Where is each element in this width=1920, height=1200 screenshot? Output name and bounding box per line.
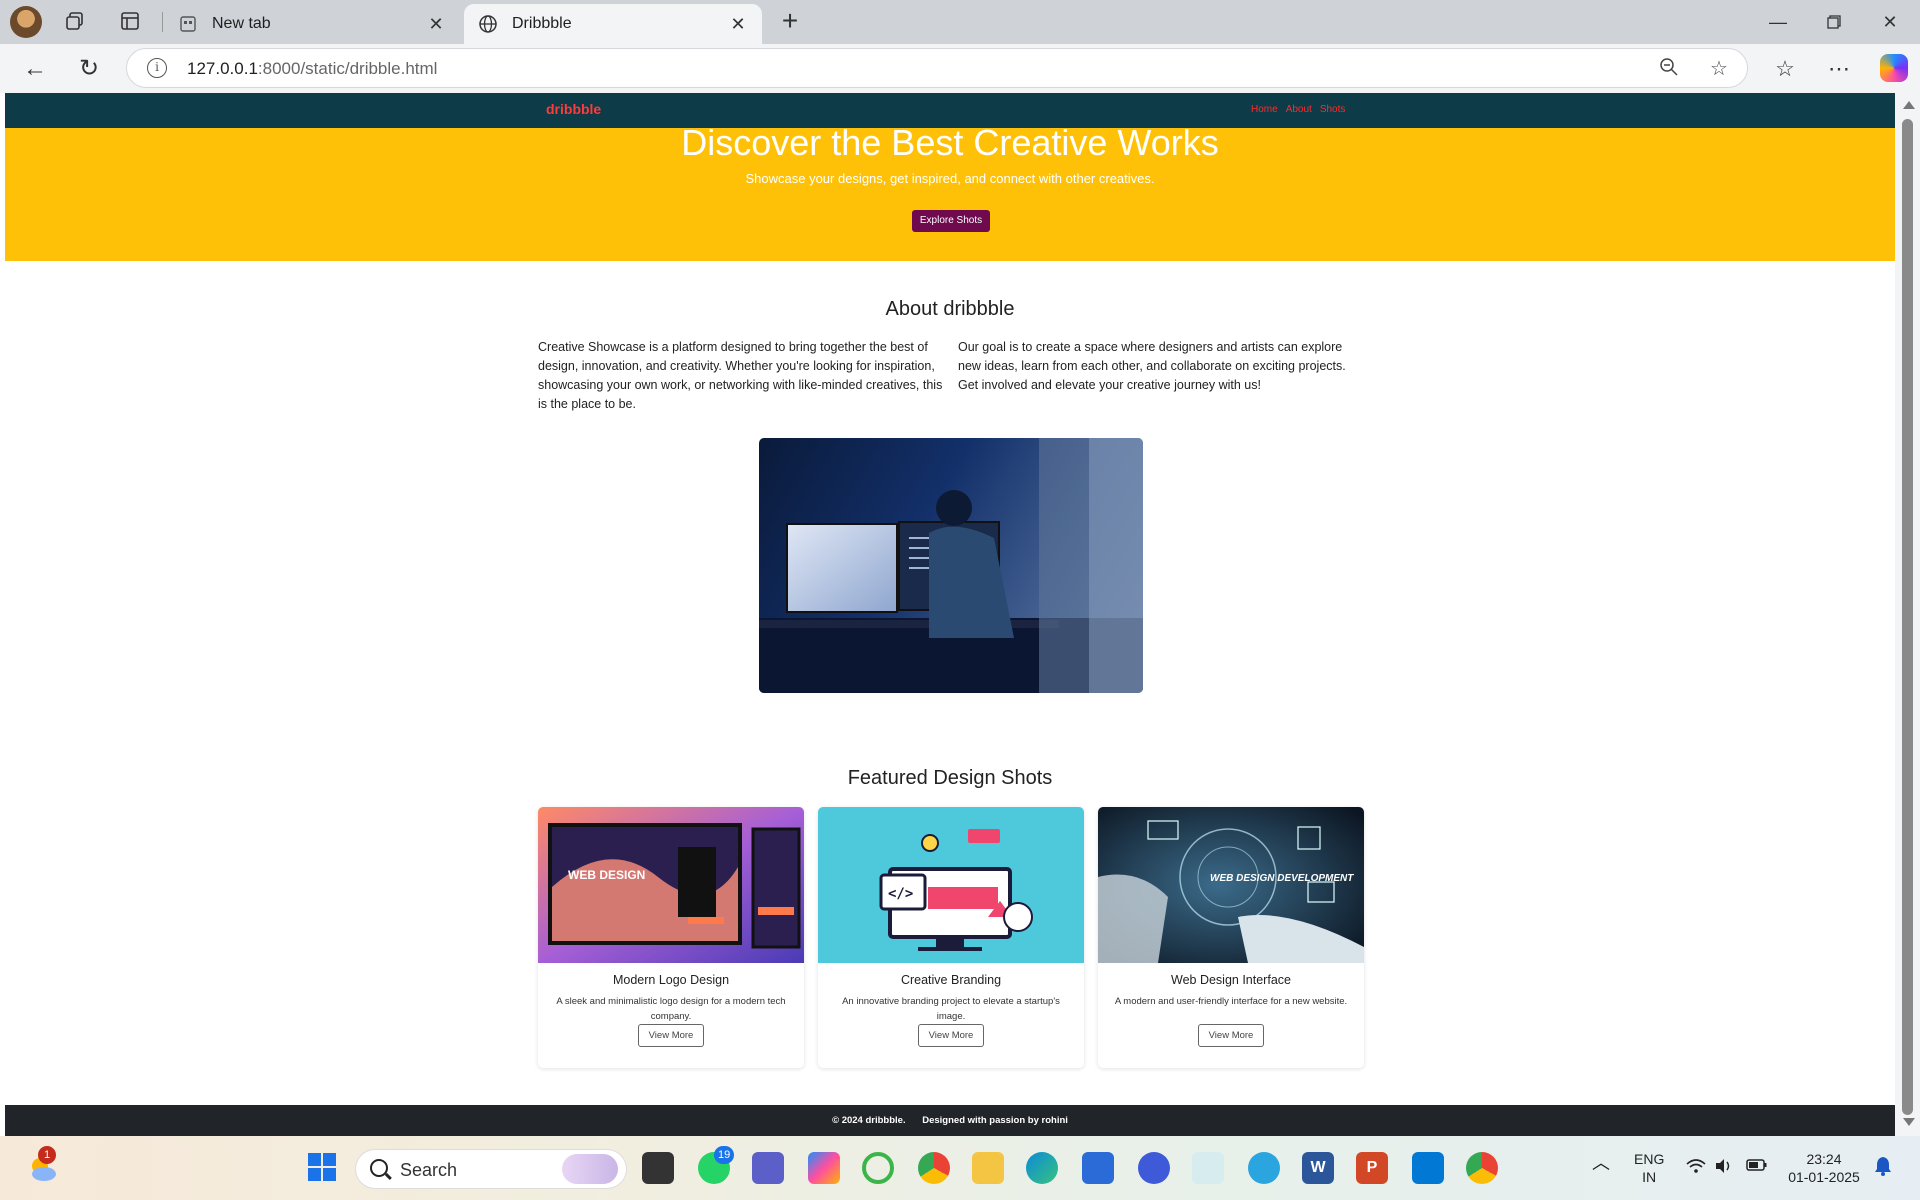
about-image <box>759 438 1143 693</box>
restore-icon[interactable] <box>1814 8 1854 36</box>
thumb-text: WEB DESIGN <box>568 868 645 882</box>
footer-copyright: © 2024 dribbble. <box>832 1115 906 1126</box>
tab-title: New tab <box>212 15 271 32</box>
profile-avatar[interactable] <box>10 6 42 38</box>
design-card: </> Creative Branding An innovative bran… <box>818 807 1084 1068</box>
teams-icon[interactable] <box>752 1152 784 1184</box>
refresh-app-icon[interactable] <box>862 1152 894 1184</box>
footer-credit: Designed with passion by rohini <box>922 1115 1068 1126</box>
file-explorer-icon[interactable] <box>972 1152 1004 1184</box>
favorites-icon[interactable]: ☆ <box>1770 54 1800 84</box>
card-description: A modern and user-friendly interface for… <box>1114 996 1348 1007</box>
vertical-tabs-icon[interactable] <box>118 10 142 34</box>
close-window-icon[interactable]: ✕ <box>1870 8 1910 36</box>
word-icon[interactable]: W <box>1302 1152 1334 1184</box>
thumb-text: </> <box>888 886 913 902</box>
card-title: Creative Branding <box>900 973 1002 987</box>
close-tab-icon[interactable]: ✕ <box>728 14 748 35</box>
page-viewport: dribbble Home About Shots Discover the B… <box>5 93 1895 1136</box>
powerpoint-icon[interactable]: P <box>1356 1152 1388 1184</box>
hero-subtitle: Showcase your designs, get inspired, and… <box>745 171 1155 186</box>
hero-section: Discover the Best Creative Works Showcas… <box>5 122 1895 261</box>
card-description: An innovative branding project to elevat… <box>842 996 1060 1022</box>
tab-title: Dribbble <box>512 15 572 32</box>
card-description: A sleek and minimalistic logo design for… <box>556 996 786 1022</box>
language-indicator[interactable]: ENG IN <box>1634 1150 1664 1186</box>
tab-new-tab[interactable]: New tab ✕ <box>164 4 460 44</box>
edge-icon[interactable] <box>1026 1152 1058 1184</box>
back-arrow-icon[interactable]: ← <box>20 54 50 84</box>
copilot-taskbar-icon[interactable] <box>808 1152 840 1184</box>
notification-bell-icon[interactable] <box>1874 1156 1892 1180</box>
view-more-button[interactable]: View More <box>918 1024 984 1047</box>
nav-link-shots[interactable]: Shots <box>1320 104 1346 115</box>
search-label: Search <box>400 1160 458 1180</box>
card-thumbnail[interactable]: WEB DESIGN DEVELOPMENT <box>1098 807 1364 963</box>
volume-icon[interactable] <box>1714 1158 1734 1178</box>
microsoft-store-icon[interactable] <box>1082 1152 1114 1184</box>
tab-dribbble[interactable]: Dribbble ✕ <box>464 4 762 44</box>
design-card: WEB DESIGN DEVELOPMENT Web Design Interf… <box>1098 807 1364 1068</box>
scroll-up-icon[interactable] <box>1903 101 1915 109</box>
app-icon[interactable] <box>1138 1152 1170 1184</box>
site-logo[interactable]: dribbble <box>546 101 601 117</box>
scroll-thumb[interactable] <box>1902 119 1913 1115</box>
chrome-icon[interactable] <box>1466 1152 1498 1184</box>
scroll-down-icon[interactable] <box>1903 1118 1915 1126</box>
view-more-button[interactable]: View More <box>638 1024 704 1047</box>
battery-icon[interactable] <box>1746 1158 1768 1176</box>
page-scrollbar[interactable] <box>1895 93 1920 1136</box>
minimize-icon[interactable]: — <box>1758 8 1798 36</box>
globe-icon <box>478 14 498 34</box>
site-nav-links: Home About Shots <box>1251 104 1345 115</box>
about-heading: About dribbble <box>885 298 1015 320</box>
site-footer: © 2024 dribbble. Designed with passion b… <box>5 1105 1895 1136</box>
show-hidden-icons[interactable]: ︿ <box>1592 1154 1610 1172</box>
card-title: Modern Logo Design <box>612 973 730 987</box>
browser-tab-bar: New tab ✕ Dribbble ✕ + — ✕ <box>0 0 1920 44</box>
hero-title: Discover the Best Creative Works <box>681 122 1219 163</box>
card-title: Web Design Interface <box>1171 973 1291 987</box>
address-bar[interactable]: i 127.0.0.1:8000/static/dribble.html ☆ <box>126 48 1748 88</box>
whatsapp-badge: 19 <box>714 1146 735 1164</box>
about-paragraph-1: Creative Showcase is a platform designed… <box>538 340 943 411</box>
about-paragraph-2: Our goal is to create a space where desi… <box>958 340 1346 392</box>
copilot-icon[interactable] <box>1880 54 1908 82</box>
card-thumbnail[interactable]: WEB DESIGN <box>538 807 804 963</box>
windows-start-icon[interactable] <box>306 1152 338 1184</box>
more-menu-icon[interactable]: ⋯ <box>1824 54 1854 84</box>
task-view-icon[interactable] <box>642 1152 674 1184</box>
reload-icon[interactable]: ↻ <box>74 54 104 84</box>
favorite-star-icon[interactable]: ☆ <box>1707 57 1731 81</box>
search-highlight-image <box>562 1154 618 1184</box>
url-text: 127.0.0.1:8000/static/dribble.html <box>187 59 438 78</box>
site-info-icon[interactable]: i <box>147 58 167 78</box>
thumb-text: WEB DESIGN DEVELOPMENT <box>1210 873 1354 884</box>
close-tab-icon[interactable]: ✕ <box>426 14 446 35</box>
clock[interactable]: 23:24 01-01-2025 <box>1786 1150 1862 1186</box>
weather-badge: 1 <box>38 1146 56 1164</box>
app-icon[interactable] <box>1192 1152 1224 1184</box>
tab-divider <box>162 12 163 32</box>
new-tab-icon <box>178 14 198 34</box>
windows-taskbar: 1 Search 19 W P ︿ ENG IN 23:24 01-01-202… <box>0 1136 1920 1200</box>
card-thumbnail[interactable]: </> <box>818 807 1084 963</box>
search-icon <box>370 1159 388 1177</box>
chrome-icon[interactable] <box>918 1152 950 1184</box>
vscode-icon[interactable] <box>1412 1152 1444 1184</box>
featured-heading: Featured Design Shots <box>847 767 1053 789</box>
workspaces-icon[interactable] <box>64 10 88 34</box>
wifi-icon[interactable] <box>1686 1158 1706 1178</box>
explore-shots-button[interactable]: Explore Shots <box>912 210 990 232</box>
new-tab-button[interactable]: + <box>776 7 804 36</box>
telegram-icon[interactable] <box>1248 1152 1280 1184</box>
view-more-button[interactable]: View More <box>1198 1024 1264 1047</box>
zoom-out-icon[interactable] <box>1657 57 1681 81</box>
taskbar-search[interactable]: Search <box>356 1150 626 1188</box>
browser-toolbar: ← ↻ i 127.0.0.1:8000/static/dribble.html… <box>0 44 1920 93</box>
nav-link-home[interactable]: Home <box>1251 104 1278 115</box>
nav-link-about[interactable]: About <box>1286 104 1312 115</box>
design-card: WEB DESIGN Modern Logo Design A sleek an… <box>538 807 804 1068</box>
